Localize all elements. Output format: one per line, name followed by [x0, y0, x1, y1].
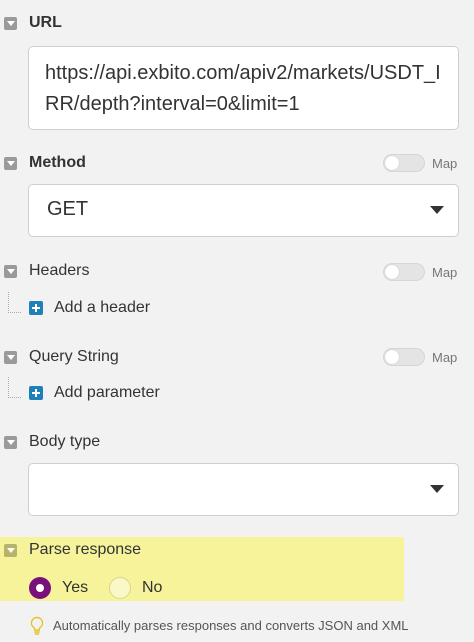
url-section-header[interactable]: URL — [0, 14, 474, 32]
query-string-map-toggle[interactable]: Map — [383, 348, 457, 366]
plus-icon[interactable] — [29, 301, 43, 315]
toggle-switch[interactable] — [383, 154, 425, 172]
add-parameter-button[interactable]: Add parameter — [29, 384, 160, 402]
parse-response-label: Parse response — [29, 541, 142, 558]
collapse-caret-icon[interactable] — [4, 156, 17, 170]
headers-map-toggle[interactable]: Map — [383, 263, 457, 281]
map-label: Map — [432, 155, 458, 171]
query-string-label: Query String — [29, 348, 119, 365]
add-header-label: Add a header — [54, 299, 151, 316]
method-value: GET — [47, 198, 89, 220]
method-label: Method — [29, 154, 86, 171]
collapse-caret-icon[interactable] — [4, 16, 17, 30]
tree-connector — [8, 377, 21, 398]
add-parameter-label: Add parameter — [54, 384, 160, 401]
collapse-caret-icon[interactable] — [4, 435, 17, 449]
add-header-button[interactable]: Add a header — [29, 299, 150, 317]
method-map-toggle[interactable]: Map — [383, 154, 457, 172]
hint-text: Automatically parses responses and conve… — [53, 618, 409, 633]
no-label[interactable]: No — [142, 579, 162, 597]
toggle-switch[interactable] — [383, 348, 425, 366]
parse-response-section-header[interactable]: Parse response — [0, 541, 474, 559]
tree-connector — [8, 292, 21, 313]
toggle-switch[interactable] — [383, 263, 425, 281]
parse-response-yes-radio[interactable] — [29, 577, 51, 599]
collapse-caret-icon[interactable] — [4, 350, 17, 364]
body-type-section-header[interactable]: Body type — [0, 433, 474, 451]
collapse-caret-icon[interactable] — [4, 543, 17, 557]
body-type-label: Body type — [29, 433, 101, 450]
body-type-select[interactable] — [28, 463, 459, 516]
parse-response-no-radio[interactable] — [109, 577, 131, 599]
headers-label: Headers — [29, 262, 90, 279]
map-label: Map — [432, 349, 458, 365]
yes-label[interactable]: Yes — [62, 579, 88, 597]
dropdown-arrow-icon[interactable] — [430, 206, 444, 214]
url-label: URL — [29, 14, 62, 31]
map-label: Map — [432, 264, 458, 280]
collapse-caret-icon[interactable] — [4, 264, 17, 278]
method-select[interactable]: GET — [28, 184, 459, 237]
lightbulb-icon — [29, 616, 45, 636]
url-input[interactable]: https://api.exbito.com/apiv2/markets/USD… — [28, 46, 459, 130]
plus-icon[interactable] — [29, 386, 43, 400]
dropdown-arrow-icon[interactable] — [430, 485, 444, 493]
parse-response-hint: Automatically parses responses and conve… — [29, 616, 469, 636]
